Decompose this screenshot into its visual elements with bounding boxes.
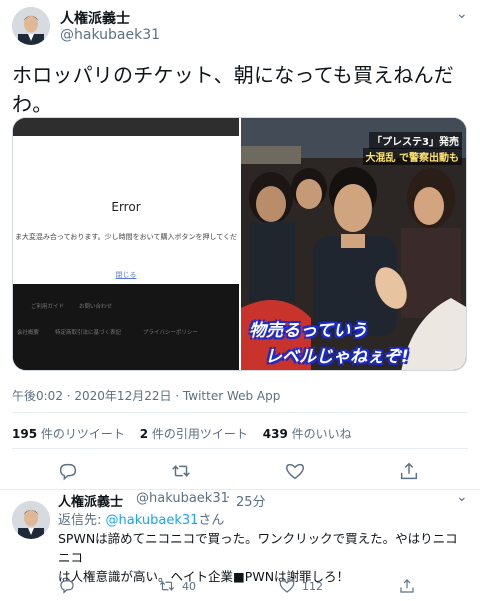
reply-time[interactable]: 25分: [236, 491, 266, 510]
reply-tweet[interactable]: 人権派義士 @hakubaek31 · 25分 ⌄ 返信先: @hakubaek…: [0, 489, 480, 601]
reply-like-count: 112: [302, 579, 323, 593]
screenshot-page: Error ま大変混み合っております。少し時間をおいて購入ボタンを押してくだ 閉…: [13, 136, 239, 284]
news-subbanner: 大混乱 で警察出動も: [362, 148, 462, 165]
reply-actions: 40 112: [58, 576, 478, 596]
replying-to: 返信先: @hakubaek31さん: [58, 509, 224, 528]
news-caption-line1: 物売るっていう: [249, 321, 368, 341]
share-icon[interactable]: [398, 460, 422, 484]
media-image-news-scene[interactable]: 「プレステ3」発売 大混乱 で警察出動も 物売るっていう レベルじゃねぇぞ!: [241, 118, 466, 370]
retweets-label: 件のリツイート: [40, 427, 125, 441]
divider: [12, 412, 468, 413]
avatar[interactable]: [12, 501, 50, 539]
tweet-media[interactable]: Error ま大変混み合っております。少し時間をおいて購入ボタンを押してくだ 閉…: [12, 117, 467, 371]
reply-retweet-button[interactable]: 40: [158, 576, 196, 596]
avatar[interactable]: [12, 7, 50, 45]
replying-to-suffix: さん: [198, 513, 225, 528]
screenshot-footer-link: 会社概要: [17, 330, 40, 336]
divider: [12, 448, 468, 449]
screenshot-footer-link: お問い合わせ: [79, 304, 113, 310]
share-icon: [400, 579, 414, 593]
retweets-count: 195: [12, 427, 38, 441]
reply-icon[interactable]: [57, 460, 81, 484]
news-banner: 「プレステ3」発売: [369, 132, 462, 149]
like-icon: [279, 580, 295, 593]
replying-to-label: 返信先:: [58, 513, 102, 528]
quotes-stat[interactable]: 2 件の引用ツイート: [140, 425, 248, 442]
screenshot-footer: ご利用ガイド お問い合わせ 会社概要 特定商取引法に基づく表記 プライバシーポリ…: [13, 284, 239, 370]
retweet-icon: [159, 580, 175, 592]
reply-share-button[interactable]: [398, 576, 416, 596]
reply-reply-button[interactable]: [58, 576, 76, 596]
screenshot-browser-bar: [13, 118, 239, 136]
reply-author-handle[interactable]: @hakubaek31: [136, 491, 229, 506]
screenshot-error-title: Error: [111, 200, 141, 214]
screenshot-footer-link: 特定商取引法に基づく表記: [55, 330, 122, 336]
screenshot-back-link: 閉じる: [115, 271, 137, 279]
retweet-icon[interactable]: [170, 460, 194, 484]
tweet-actions: [0, 460, 480, 484]
screenshot-footer-link: プライバシーポリシー: [143, 330, 198, 336]
tweet-stats: 195 件のリツイート 2 件の引用ツイート 439 件のいいね: [12, 425, 363, 442]
author-handle[interactable]: @hakubaek31: [60, 27, 160, 43]
reply-author-name[interactable]: 人権派義士: [58, 491, 123, 510]
quotes-count: 2: [139, 427, 149, 441]
replying-to-handle[interactable]: @hakubaek31: [106, 513, 199, 528]
tweet-text-line: ホロッパリのチケット、朝になっても買えねんだわ。: [12, 63, 454, 116]
reply-icon: [60, 580, 74, 594]
likes-stat[interactable]: 439 件のいいね: [263, 425, 352, 442]
main-tweet: 人権派義士 @hakubaek31 ⌄ ホロッパリのチケット、朝になっても買えね…: [0, 0, 480, 490]
media-image-error-screenshot[interactable]: Error ま大変混み合っております。少し時間をおいて購入ボタンを押してくだ 閉…: [13, 118, 239, 370]
screenshot-footer-link: ご利用ガイド: [31, 304, 65, 310]
reply-retweet-count: 40: [182, 579, 196, 593]
chevron-down-icon[interactable]: ⌄: [456, 6, 468, 22]
author-name[interactable]: 人権派義士: [60, 8, 130, 28]
quotes-label: 件の引用ツイート: [151, 427, 248, 441]
reply-like-button[interactable]: 112: [278, 576, 323, 596]
likes-count: 439: [262, 427, 288, 441]
retweets-stat[interactable]: 195 件のリツイート: [12, 425, 125, 442]
likes-label: 件のいいね: [291, 427, 352, 441]
reply-separator: ·: [226, 491, 231, 506]
like-icon[interactable]: [284, 460, 308, 484]
screenshot-error-message: ま大変混み合っております。少し時間をおいて購入ボタンを押してくだ: [14, 233, 238, 241]
reply-text-line: SPWNは諦めてニコニコで買った。ワンクリックで買えた。やはりニコニコ: [58, 531, 458, 565]
chevron-down-icon[interactable]: ⌄: [456, 489, 468, 505]
news-caption-line2: レベルじゃねぇぞ!: [265, 347, 409, 367]
tweet-timestamp[interactable]: 午後0:02 · 2020年12月22日 · Twitter Web App: [12, 387, 280, 404]
